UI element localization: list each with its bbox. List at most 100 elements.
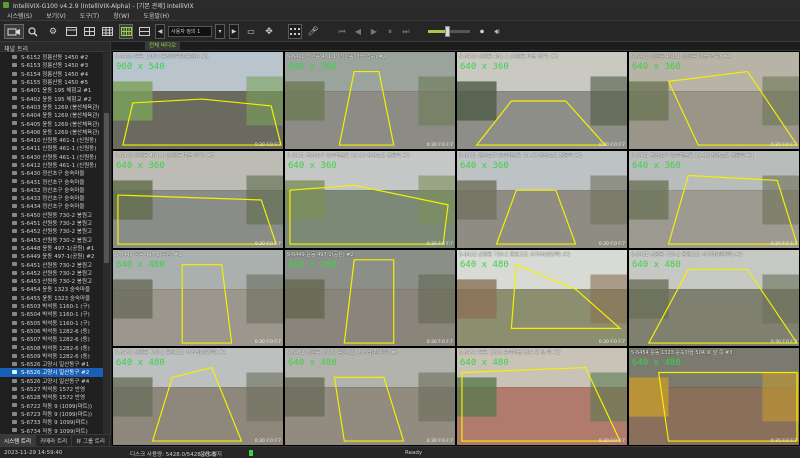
video-cell[interactable]: S-6431 정산초구 숭숙마을로 14-43 정산초교 정문쪽 #4 640 x… <box>628 149 800 249</box>
tree-item[interactable]: S-6405 윤동 1269 (봉산체육관) <box>0 119 103 128</box>
channel-tree-panel: 채널 트리 S-6152 정릉산동 1450 #2 S-6153 정릉산동 145… <box>0 42 111 446</box>
tree-item[interactable]: S-6451 산원동 730-2 봉원고 <box>0 219 103 227</box>
tree-item[interactable]: S-6509 박석동 1282-6 (동) <box>0 352 103 360</box>
step-forward-button[interactable]: ⏭︎ <box>400 24 412 39</box>
tree-item[interactable]: S-6526 고양시 일산동구 #1 <box>0 360 103 368</box>
tree-item[interactable]: S-6406 윤동 1269 (봉산체육관) <box>0 128 103 136</box>
tree-item[interactable]: S-6722 작동 9 (1099(마트)) <box>0 401 103 410</box>
settings-button[interactable]: ⚙ <box>46 24 60 39</box>
tree-item[interactable]: S-6401 윤동 195 체험교 #1 <box>0 86 103 94</box>
tree-item[interactable]: S-6452 산원동 730-2 봉원고 <box>0 227 103 235</box>
menu-tools[interactable]: 도구(T) <box>73 11 106 20</box>
tree-item[interactable]: S-6449 윤동 497-1(공원) #2 <box>0 252 103 260</box>
play-button[interactable]: ▶ <box>368 24 380 39</box>
layout-custom-button[interactable] <box>137 24 151 39</box>
menu-system[interactable]: 시스템(S) <box>0 11 39 20</box>
tree-item[interactable]: S-6453 산원동 730-2 봉원고 <box>0 236 103 244</box>
tree-item[interactable]: S-6527 박석동 1572 반영 <box>0 385 103 393</box>
prev-layout-button[interactable]: ◀ <box>155 24 165 39</box>
video-cell[interactable]: S-6410 신원동 461-1 (신원동 마을 입구) #4 640 x 360… <box>628 51 800 150</box>
video-cell[interactable]: S-6452 산원동 730-2 봉원고교 사거리(반판쪽) #5 640 x 4… <box>284 347 456 446</box>
video-cell[interactable]: S-6431 정산초구 숭숙마을로 14-43 정산초교 정문쪽 #3 640 x… <box>456 149 628 249</box>
tree-item[interactable]: S-6403 윤동 1269 (봉산체육관) <box>0 103 103 111</box>
tree-item[interactable]: S-6508 박석동 1282-6 (동) <box>0 343 103 352</box>
tab-view-group-tree[interactable]: 뷰 그룹 트리 <box>72 435 110 446</box>
tree-item[interactable]: S-6734 작동 9 1099(마트) <box>0 426 103 434</box>
pause-button[interactable]: ⏸︎ <box>384 24 396 39</box>
tree-scrollbar[interactable] <box>103 53 110 434</box>
microphone-button[interactable]: 🎤︎ <box>306 24 320 39</box>
video-cell[interactable]: S-6431 정산초구 숭숙마을로 14-43 정산초교 정문쪽 #2 640 x… <box>284 149 456 249</box>
playback-slider[interactable] <box>428 26 470 37</box>
tree-item[interactable]: S-6528 박석동 1572 반영 <box>0 393 103 401</box>
layout-2x2-button[interactable] <box>82 24 96 39</box>
tree-item[interactable]: S-6453 산원동 730-2 봉원고 <box>0 277 103 285</box>
tree-item[interactable]: S-6410 신원동 461-1 (신원동) <box>0 136 103 144</box>
video-cell[interactable]: S-6452 산원동 730-2 봉원고교 사거리(반판쪽) #4 640 x 4… <box>112 347 284 446</box>
menu-window[interactable]: 창(W) <box>106 11 136 20</box>
video-cell[interactable]: S-6452 산원동 730-2 봉원고교 사거리(반판쪽) #2 640 x 4… <box>456 248 628 348</box>
video-cell[interactable]: S-6410 신원동 461-1 (신원동 마을 입구) #3 640 x 360… <box>456 51 628 150</box>
tree-item[interactable]: S-6433 정산초구 숭숙마을 <box>0 194 103 202</box>
fullscreen-button[interactable]: ▭ <box>244 24 258 39</box>
tree-item[interactable]: S-6153 정릉산동 1450 #3 <box>0 61 103 69</box>
tree-item[interactable]: S-6506 박석동 1282-6 (동) <box>0 327 103 335</box>
tree-item[interactable]: S-6723 작동 9 (1099(마트)) <box>0 410 103 418</box>
tree-item[interactable]: S-6412 신원동 461-1 (신원동) <box>0 161 103 169</box>
menu-view[interactable]: 보기(V) <box>39 11 73 20</box>
rewind-button[interactable]: ⏮︎ <box>336 24 348 39</box>
tree-item[interactable]: S-6733 작동 9 1099(마트) <box>0 418 103 426</box>
tree-item[interactable]: S-6526 고양시 일산동구 #2 <box>0 368 103 377</box>
tree-item[interactable]: S-6505 박석동 1160-1 (구) <box>0 319 103 327</box>
tree-item[interactable]: S-6155 정릉산동 1450 #5 <box>0 78 103 86</box>
video-cell[interactable]: S-6452 산원동 730-2 봉원고교 사거리(반판쪽) #3 640 x 4… <box>628 248 800 348</box>
tree-item[interactable]: S-6448 윤동 497-1(공원) #1 <box>0 244 103 252</box>
tree-item[interactable]: S-6454 윤동 1323 숭숙마을 <box>0 285 103 293</box>
camera-icon <box>12 295 17 300</box>
tree-item[interactable]: S-6432 정산초구 숭숙마을 <box>0 186 103 194</box>
tree-item[interactable]: S-6504 박석동 1160-1 (구) <box>0 310 103 318</box>
tab-system-tree[interactable]: 시스템 트리 <box>0 435 37 446</box>
search-button[interactable] <box>26 24 40 39</box>
video-cell[interactable]: S-6406 윤동 1269 (봉산체육관(봉원)) #5 960 x 540 0:… <box>112 51 284 150</box>
tree-item[interactable]: S-6507 박석동 1282-6 (동) <box>0 335 103 343</box>
tree-item[interactable]: S-6154 정릉산동 1450 #4 <box>0 70 103 78</box>
tree-item[interactable]: S-6431 정산초구 숭숙마을 <box>0 177 103 186</box>
tab-all-video[interactable]: 전체 비디오 <box>145 42 181 51</box>
tree-item[interactable]: S-6503 박석동 1160-1 (구) <box>0 302 103 310</box>
layout-1x1-button[interactable] <box>64 24 78 39</box>
layout-4x4-button[interactable] <box>119 24 133 39</box>
record-button[interactable]: ⏺︎ <box>476 24 488 39</box>
video-cell[interactable]: S-6449 윤동 497-1(공원) #2 640 x 480 0:30 F:0 … <box>284 248 456 348</box>
tree-item[interactable]: S-6430 정산초구 숭숙마을 <box>0 169 103 177</box>
step-back-button[interactable]: ◀ <box>352 24 364 39</box>
tree-item[interactable]: S-6450 산원동 730-2 봉원고 <box>0 211 103 219</box>
video-cell[interactable]: S-6449 윤동 497-1(공원) #1 640 x 480 0:30 F:0 … <box>112 248 284 348</box>
tab-camera-tree[interactable]: 카메라 트리 <box>36 435 73 446</box>
video-cell[interactable]: S-6454 윤동 1323 숭숙마을 504 호 앞 쪽 #3 640 x 48… <box>628 347 800 446</box>
tree-item[interactable]: S-6411 신원동 461-1 (신원동) <box>0 144 103 152</box>
tree-item[interactable]: S-6152 정릉산동 1450 #2 <box>0 53 103 61</box>
tree-item[interactable]: S-6402 윤동 195 체험교 #2 <box>0 94 103 103</box>
tree-item[interactable]: S-6526 고양시 일산동구 #4 <box>0 377 103 385</box>
layout-select[interactable]: 사용자 정의 1 <box>168 26 212 37</box>
tree-item[interactable]: S-6404 윤동 1269 (봉산체육관) <box>0 111 103 119</box>
layout-3x3-button[interactable] <box>100 24 114 39</box>
tree-item[interactable]: S-6455 윤동 1323 숭숙마을 <box>0 294 103 302</box>
sequence-button[interactable] <box>288 24 302 39</box>
slider-thumb[interactable] <box>444 26 450 37</box>
camera-button[interactable] <box>4 24 24 39</box>
video-cell[interactable]: S-6410 신원동 461-1 (신원동 마을 입구) #5 640 x 360… <box>112 149 284 249</box>
tree-item[interactable]: S-6434 정산초구 숭숙마을 <box>0 202 103 210</box>
move-button[interactable]: ✥ <box>262 24 276 39</box>
tree-item[interactable]: S-6452 산원동 730-2 봉원고 <box>0 269 103 277</box>
volume-button[interactable]: 🔊︎ <box>490 24 504 39</box>
video-cell[interactable]: S-6410 신원동 461-1 (신원동 마을 입구) #2 640 x 360… <box>284 51 456 150</box>
menu-help[interactable]: 도움말(H) <box>136 11 176 20</box>
layout-dropdown-button[interactable]: ▾ <box>215 24 225 39</box>
tree-item[interactable]: S-6451 산원동 730-2 봉원고 <box>0 260 103 269</box>
scrollbar-thumb[interactable] <box>104 113 109 263</box>
video-cell[interactable]: S-6454 윤동 1323 숭숙마을 504 호 앞 쪽 #2 640 x 48… <box>456 347 628 446</box>
tree-item[interactable]: S-6430 신원동 461-1 (신원동) <box>0 153 103 161</box>
next-layout-button[interactable]: ▶ <box>229 24 239 39</box>
